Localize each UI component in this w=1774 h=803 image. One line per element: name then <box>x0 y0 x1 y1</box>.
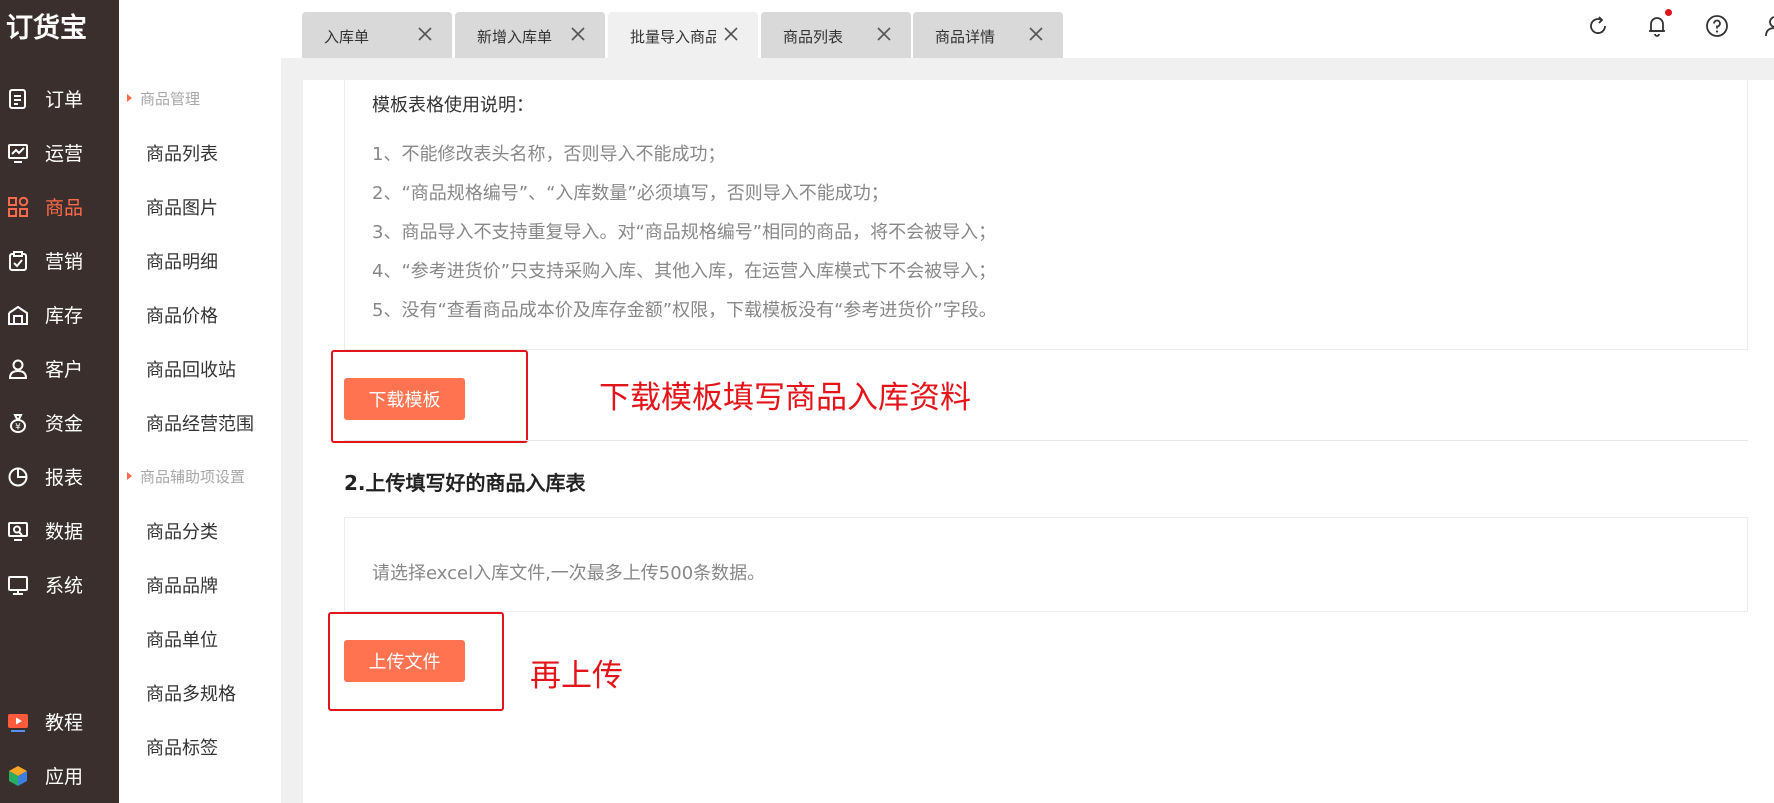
svg-text:¥: ¥ <box>15 423 21 433</box>
section2-title: 2.上传填写好的商品入库表 <box>344 471 586 495</box>
subnav-group-goods-management[interactable]: 商品管理 <box>127 88 200 109</box>
pie-chart-icon <box>8 467 28 487</box>
tab-goods-list[interactable]: 商品列表 <box>761 12 911 58</box>
tab-batch-import[interactable]: 批量导入商品 <box>608 12 758 58</box>
subnav-group-label: 商品管理 <box>140 90 201 108</box>
caret-right-icon <box>127 471 132 480</box>
subnav-group-label: 商品辅助项设置 <box>140 468 246 486</box>
subnav-item-multi-spec[interactable]: 商品多规格 <box>146 680 236 706</box>
close-icon[interactable] <box>415 24 435 44</box>
highlight-box-upload <box>328 612 504 711</box>
help-icon[interactable] <box>1704 13 1730 39</box>
sidebar-item-label: 报表 <box>45 467 84 489</box>
instruction-line: 1、不能修改表头名称，否则导入不能成功； <box>372 144 726 165</box>
sidebar-item-reports[interactable]: 报表 <box>0 453 119 499</box>
sidebar-item-label: 库存 <box>45 305 84 327</box>
sidebar-item-marketing[interactable]: 营销 <box>0 237 119 283</box>
tab-label: 新增入库单 <box>477 28 553 46</box>
subnav-item-tags[interactable]: 商品标签 <box>146 734 218 760</box>
monitor-icon <box>8 576 28 595</box>
bell-icon <box>1649 17 1665 37</box>
notification-bell[interactable] <box>1644 9 1672 39</box>
grid-apps-icon <box>8 196 29 217</box>
user-icon[interactable] <box>1762 13 1774 39</box>
sidebar-item-goods[interactable]: 商品 <box>0 183 119 229</box>
subnav-item-recycle-bin[interactable]: 商品回收站 <box>146 356 236 382</box>
subnav-item-goods-list[interactable]: 商品列表 <box>146 140 218 166</box>
close-icon[interactable] <box>568 24 588 44</box>
sidebar-item-tutorial[interactable]: 教程 <box>0 698 119 744</box>
instruction-line: 3、商品导入不支持重复导入。对“商品规格编号”相同的商品，将不会被导入； <box>372 222 997 243</box>
highlight-box-download <box>331 350 528 443</box>
data-screen-icon <box>8 522 28 541</box>
subnav-group-goods-auxiliary[interactable]: 商品辅助项设置 <box>127 466 245 487</box>
sidebar-item-label: 系统 <box>45 575 84 597</box>
annotation-download: 下载模板填写商品入库资料 <box>599 380 971 416</box>
sidebar-item-label: 运营 <box>45 143 84 165</box>
subnav-item-business-scope[interactable]: 商品经营范围 <box>146 410 254 436</box>
sidebar-item-label: 营销 <box>45 251 84 273</box>
sidebar-item-inventory[interactable]: 库存 <box>0 291 119 337</box>
sidebar-item-label: 教程 <box>45 712 84 734</box>
subnav-item-goods-detail[interactable]: 商品明细 <box>146 248 218 274</box>
cube-apps-icon <box>9 766 27 786</box>
close-icon[interactable] <box>1026 24 1046 44</box>
sidebar-item-order[interactable]: 订单 <box>0 75 119 121</box>
subnav-item-goods-price[interactable]: 商品价格 <box>146 302 218 328</box>
sidebar-item-system[interactable]: 系统 <box>0 561 119 607</box>
instruction-line: 2、“商品规格编号”、“入库数量”必须填写，否则导入不能成功； <box>372 183 889 204</box>
upload-hint: 请选择excel入库文件,一次最多上传500条数据。 <box>372 563 766 584</box>
sidebar-item-label: 数据 <box>45 521 84 543</box>
sidebar-item-apps[interactable]: 应用 <box>0 752 119 798</box>
sidebar-item-operation[interactable]: 运营 <box>0 129 119 175</box>
sidebar-item-label: 资金 <box>45 413 84 435</box>
instruction-line: 5、没有“查看商品成本价及库存金额”权限，下载模板没有“参考进货价”字段。 <box>372 300 997 321</box>
clipboard-check-icon <box>9 251 27 271</box>
order-doc-icon <box>9 89 26 109</box>
tab-label: 批量导入商品 <box>630 28 716 46</box>
tab-label: 商品列表 <box>783 28 844 46</box>
instructions-title: 模板表格使用说明： <box>372 95 534 116</box>
app-logo: 订货宝 <box>6 13 87 44</box>
video-tutorial-icon <box>8 714 28 732</box>
tab-goods-detail[interactable]: 商品详情 <box>913 12 1063 58</box>
subnav-item-unit[interactable]: 商品单位 <box>146 626 218 652</box>
section-divider <box>344 440 1748 441</box>
money-bag-icon: ¥ <box>10 414 26 433</box>
caret-right-icon <box>127 93 132 102</box>
notification-dot <box>1665 9 1672 16</box>
content-left-gutter <box>281 80 303 803</box>
tab-label: 入库单 <box>324 28 370 46</box>
sidebar-item-data[interactable]: 数据 <box>0 507 119 553</box>
refresh-icon[interactable] <box>1585 13 1611 39</box>
tab-new-stock-in-order[interactable]: 新增入库单 <box>455 12 605 58</box>
user-icon <box>8 359 28 379</box>
sub-navigation: 商品管理 商品列表 商品图片 商品明细 商品价格 商品回收站 商品经营范围 商品… <box>119 58 281 803</box>
chart-screen-icon <box>8 144 28 163</box>
sidebar-item-label: 客户 <box>45 359 84 381</box>
instruction-line: 4、“参考进货价”只支持采购入库、其他入库，在运营入库模式下不会被导入； <box>372 261 997 282</box>
tab-strip-background <box>281 58 1774 80</box>
sidebar-item-label: 订单 <box>45 89 84 111</box>
subnav-item-brand[interactable]: 商品品牌 <box>146 572 218 598</box>
subnav-item-goods-images[interactable]: 商品图片 <box>146 194 218 220</box>
main-sidebar: 订货宝 订单 运营 商品 营销 库存 客户 ¥ 资金 报表 数据 系统 教程 应… <box>0 0 119 803</box>
tab-stock-in-order[interactable]: 入库单 <box>302 12 452 58</box>
sidebar-item-customer[interactable]: 客户 <box>0 345 119 391</box>
sidebar-item-funds[interactable]: ¥ 资金 <box>0 399 119 445</box>
sidebar-item-label: 商品 <box>45 197 84 219</box>
close-icon[interactable] <box>874 24 894 44</box>
close-icon[interactable] <box>721 24 741 44</box>
annotation-upload: 再上传 <box>530 658 623 694</box>
tab-label: 商品详情 <box>935 28 996 46</box>
subnav-item-category[interactable]: 商品分类 <box>146 518 218 544</box>
warehouse-icon <box>8 305 28 325</box>
sidebar-item-label: 应用 <box>45 766 84 788</box>
